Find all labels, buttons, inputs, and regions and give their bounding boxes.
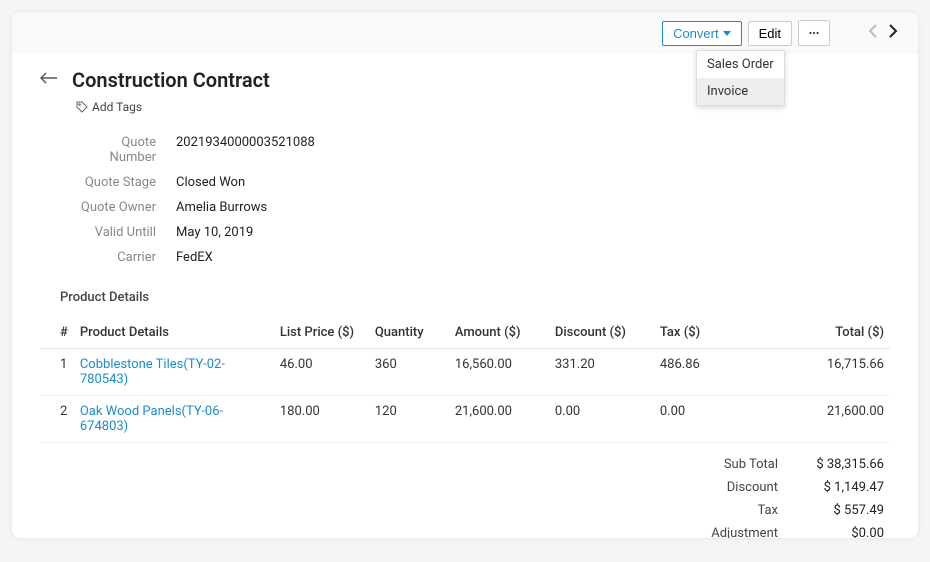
content-area: Construction Contract Add Tags Quote Num… [12,54,918,538]
record-nav [866,21,900,45]
tag-icon [76,101,88,113]
col-product: Product Details [74,317,274,349]
cell-amount: 21,600.00 [449,396,549,443]
meta-label: Valid Untill [76,225,176,240]
convert-button[interactable]: Convert [662,21,742,46]
cell-discount: 0.00 [549,396,654,443]
meta-value: 2021934000003521088 [176,135,315,165]
total-label: Adjustment [674,526,794,538]
meta-row-quote-owner: Quote Owner Amelia Burrows [76,195,890,220]
total-row-adjustment: Adjustment $0.00 [674,522,884,538]
total-value: $ 557.49 [794,503,884,518]
cell-total: 21,600.00 [719,396,890,443]
more-actions-button[interactable] [798,20,830,46]
page-title: Construction Contract [72,68,270,92]
table-row: 1 Cobblestone Tiles(TY-02-780543) 46.00 … [40,349,890,396]
meta-row-quote-number: Quote Number 2021934000003521088 [76,130,890,170]
ellipsis-icon [809,31,819,35]
meta-value: FedEX [176,250,213,265]
section-heading-product-details: Product Details [60,290,890,305]
col-tax: Tax ($) [654,317,719,349]
arrow-left-icon [40,71,58,85]
next-record-button[interactable] [886,21,900,45]
total-label: Tax [674,503,794,518]
dropdown-item-sales-order[interactable]: Sales Order [697,51,784,78]
cell-tax: 486.86 [654,349,719,396]
total-value: $ 38,315.66 [794,457,884,472]
cell-quantity: 120 [369,396,449,443]
col-idx: # [40,317,74,349]
cell-tax: 0.00 [654,396,719,443]
chevron-right-icon [888,23,898,39]
edit-label: Edit [759,26,781,41]
prev-record-button[interactable] [866,21,880,45]
product-link[interactable]: Cobblestone Tiles(TY-02-780543) [80,357,225,387]
col-quantity: Quantity [369,317,449,349]
meta-value: May 10, 2019 [176,225,253,240]
edit-button[interactable]: Edit [748,21,792,46]
total-value: $0.00 [794,526,884,538]
meta-row-quote-stage: Quote Stage Closed Won [76,170,890,195]
table-row: 2 Oak Wood Panels(TY-06-674803) 180.00 1… [40,396,890,443]
meta-label: Carrier [76,250,176,265]
page-container: Convert Edit Sales Order Invoice [12,12,918,538]
col-amount: Amount ($) [449,317,549,349]
back-button[interactable] [40,71,58,89]
col-list-price: List Price ($) [274,317,369,349]
col-total: Total ($) [719,317,890,349]
meta-label: Quote Owner [76,200,176,215]
total-value: $ 1,149.47 [794,480,884,495]
meta-label: Quote Stage [76,175,176,190]
chevron-left-icon [868,23,878,39]
cell-amount: 16,560.00 [449,349,549,396]
add-tags-label: Add Tags [92,100,142,114]
add-tags-button[interactable]: Add Tags [76,100,142,114]
meta-row-carrier: Carrier FedEX [76,245,890,270]
dropdown-item-invoice[interactable]: Invoice [697,78,784,105]
product-link[interactable]: Oak Wood Panels(TY-06-674803) [80,404,223,434]
totals-block: Sub Total $ 38,315.66 Discount $ 1,149.4… [40,453,890,538]
products-table: # Product Details List Price ($) Quantit… [40,317,890,443]
total-label: Sub Total [674,457,794,472]
meta-table: Quote Number 2021934000003521088 Quote S… [76,130,890,270]
total-row-subtotal: Sub Total $ 38,315.66 [674,453,884,476]
cell-idx: 1 [40,349,74,396]
toolbar: Convert Edit Sales Order Invoice [12,12,918,54]
total-label: Discount [674,480,794,495]
cell-discount: 331.20 [549,349,654,396]
meta-value: Amelia Burrows [176,200,267,215]
meta-row-valid-until: Valid Untill May 10, 2019 [76,220,890,245]
total-row-tax: Tax $ 557.49 [674,499,884,522]
convert-label: Convert [673,26,719,41]
cell-total: 16,715.66 [719,349,890,396]
cell-list-price: 46.00 [274,349,369,396]
cell-idx: 2 [40,396,74,443]
meta-value: Closed Won [176,175,245,190]
caret-down-icon [723,31,731,36]
total-row-discount: Discount $ 1,149.47 [674,476,884,499]
cell-quantity: 360 [369,349,449,396]
col-discount: Discount ($) [549,317,654,349]
cell-list-price: 180.00 [274,396,369,443]
convert-dropdown: Sales Order Invoice [696,50,785,106]
meta-label: Quote Number [76,135,176,165]
